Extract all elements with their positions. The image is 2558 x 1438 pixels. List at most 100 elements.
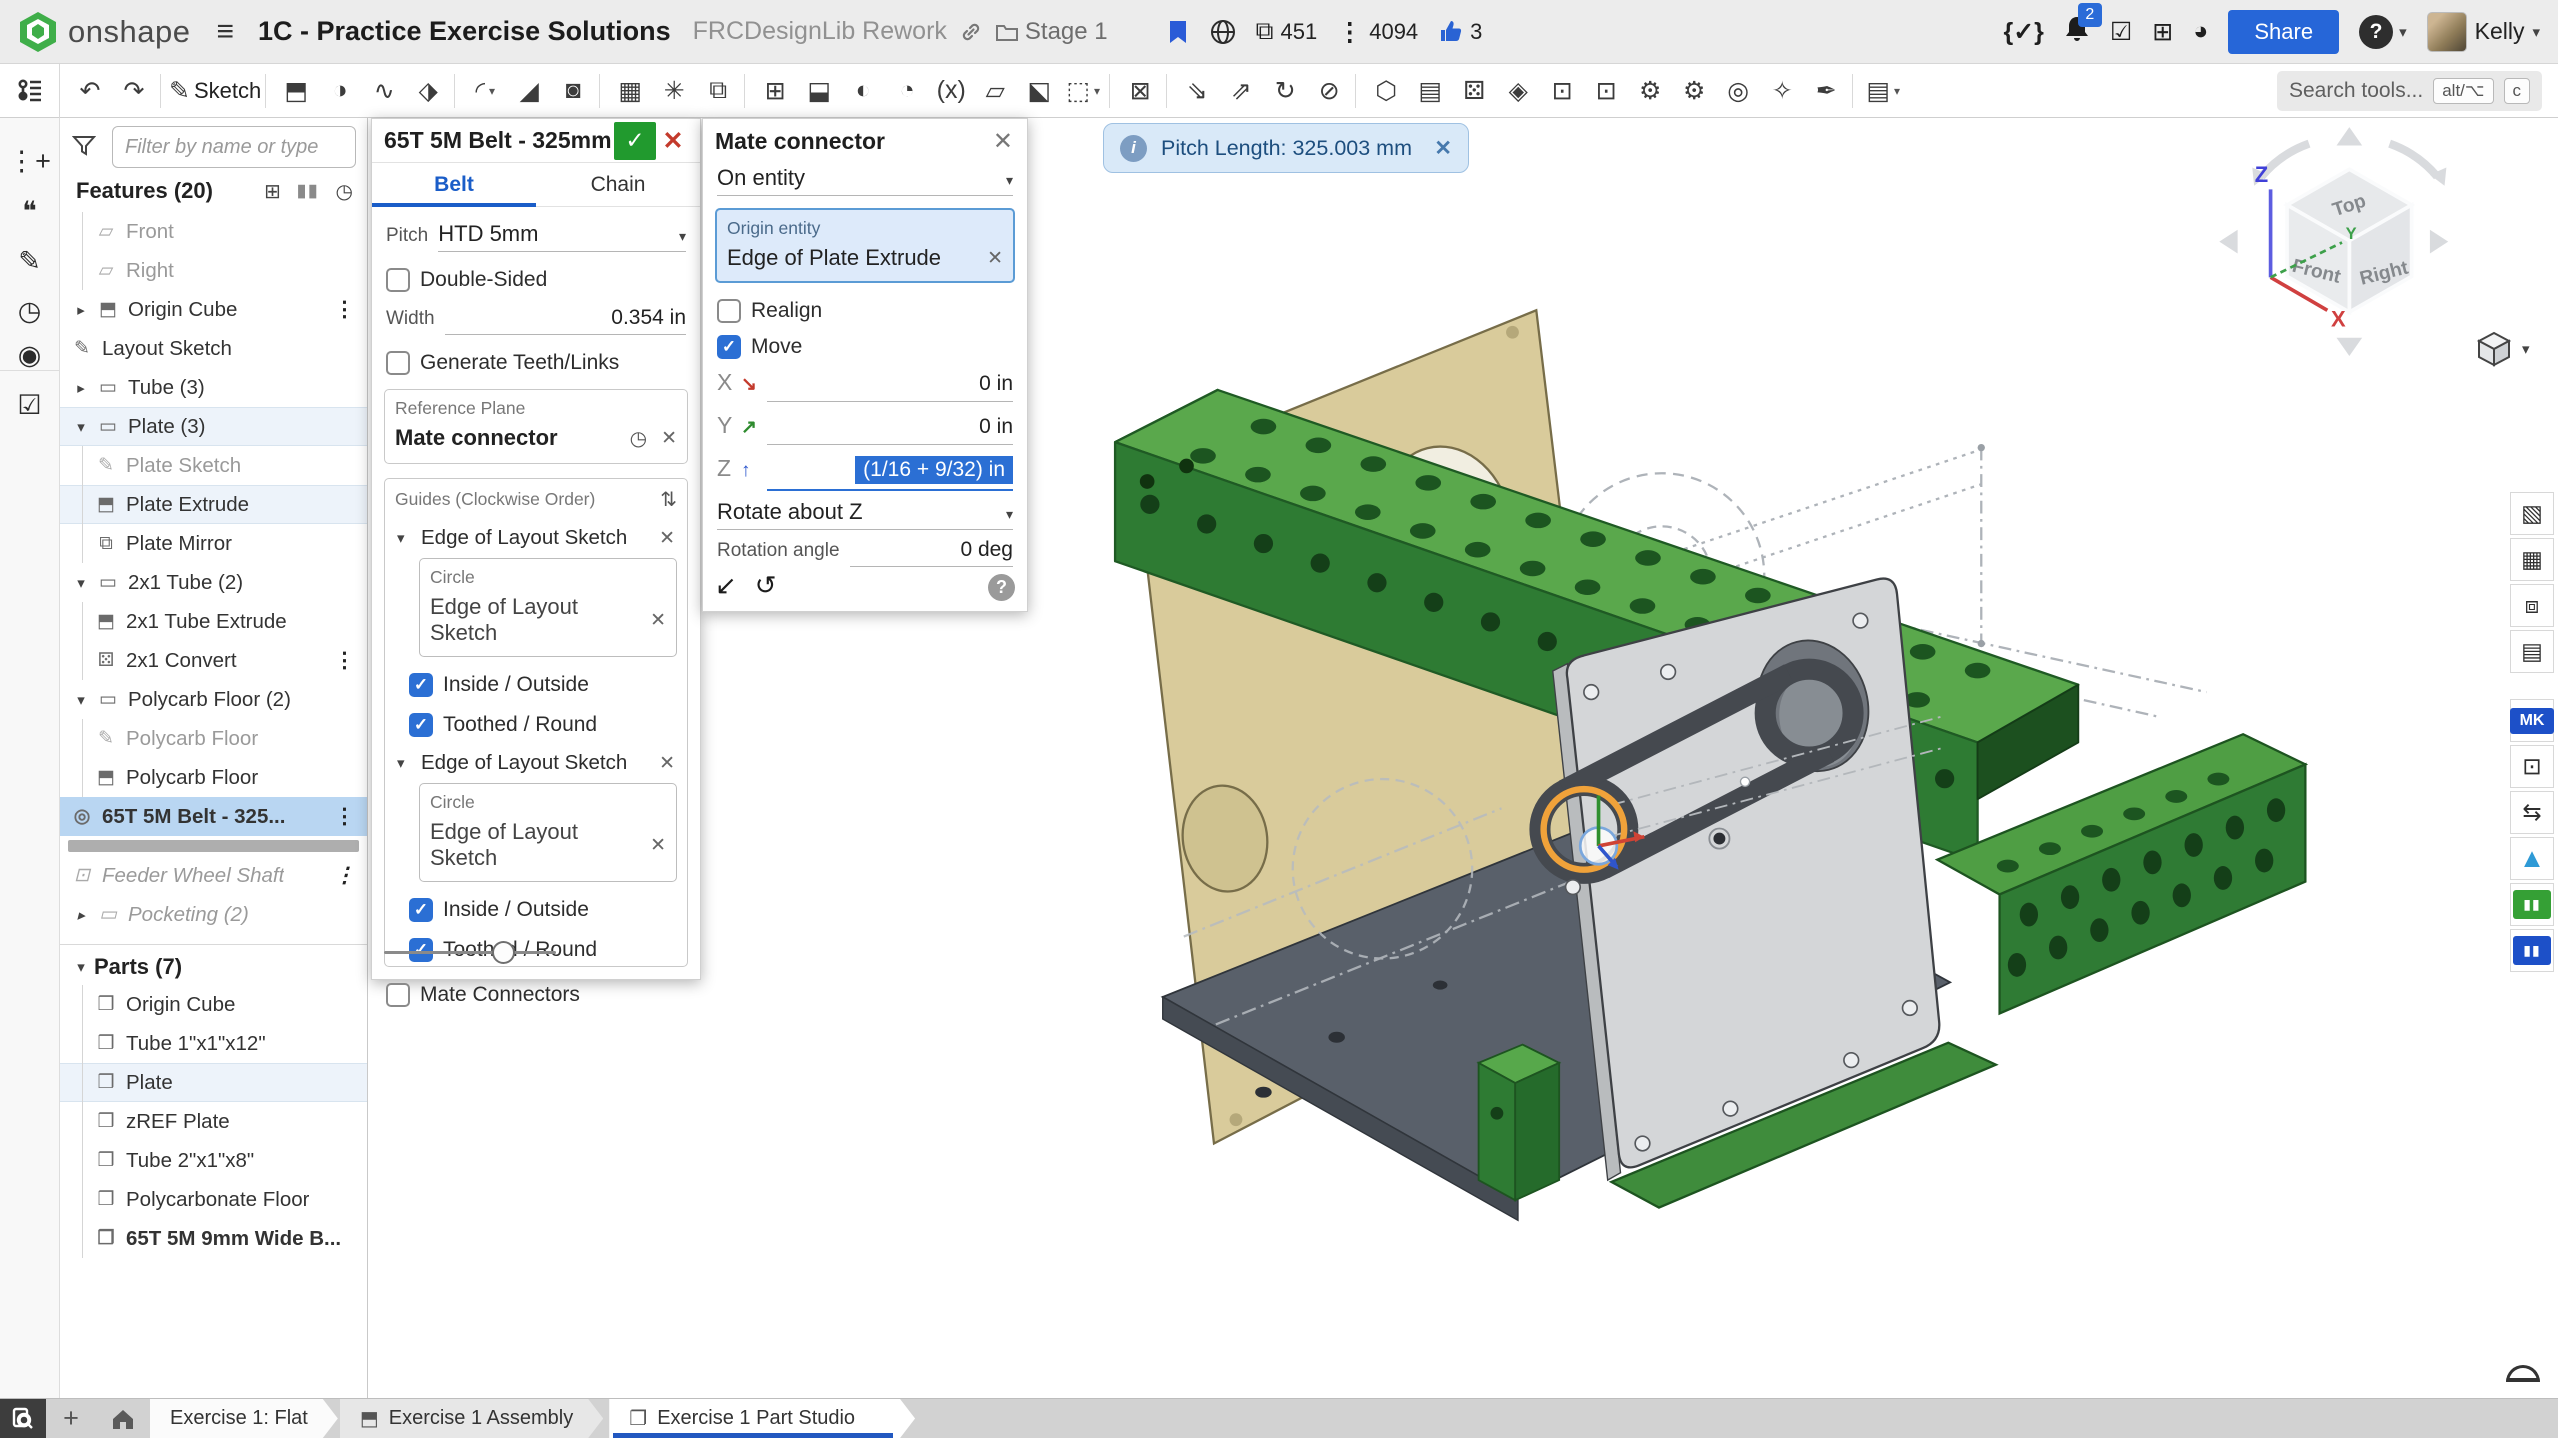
tree-row-polycarb-sketch[interactable]: ✎ Polycarb Floor: [60, 719, 367, 758]
delete-face-icon[interactable]: ⊘: [1307, 68, 1351, 114]
tree-row-origin-cube[interactable]: ▸ ⬒ Origin Cube ⋮: [60, 290, 367, 329]
remove-icon[interactable]: ✕: [659, 752, 675, 775]
move-checkbox[interactable]: ✓Move: [703, 335, 1027, 359]
avalanche-panel-icon[interactable]: ▲: [2510, 837, 2554, 880]
beam-icon[interactable]: ▤: [1408, 68, 1452, 114]
part-row-origin-cube[interactable]: ❒ Origin Cube: [60, 985, 367, 1024]
parts-header[interactable]: ▾ Parts (7): [60, 949, 367, 985]
copies-count[interactable]: ⧉ 451: [1256, 17, 1318, 46]
cancel-button[interactable]: ✕: [656, 126, 690, 156]
spark-feature-icon[interactable]: ✧: [1760, 68, 1804, 114]
part-row-zref-plate[interactable]: ❒ zREF Plate: [60, 1102, 367, 1141]
close-icon[interactable]: ✕: [1434, 136, 1452, 161]
tab-exercise-1-flat[interactable]: Exercise 1: Flat: [150, 1399, 338, 1438]
tree-row-2x1-convert[interactable]: ⚄ 2x1 Convert ⋮: [60, 641, 367, 680]
reorder-icon[interactable]: ⇅: [660, 487, 677, 512]
import-icon[interactable]: ⇘: [1175, 68, 1219, 114]
mirror-icon[interactable]: ⧉: [696, 68, 740, 114]
tab-belt[interactable]: Belt: [372, 163, 536, 206]
mk-panel-icon[interactable]: MK: [2510, 699, 2554, 742]
fillet-icon[interactable]: ◜ ▾: [463, 68, 507, 114]
globe-icon[interactable]: [1210, 19, 1236, 45]
remove-icon[interactable]: ✕: [987, 247, 1003, 270]
tree-row-pocketing-folder[interactable]: ▸ ▭ Pocketing (2): [60, 895, 367, 934]
workspace-name[interactable]: FRCDesignLib Rework: [693, 17, 947, 46]
tree-row-feeder-wheel-shaft[interactable]: ⊡ Feeder Wheel Shaft ⋮: [60, 856, 367, 895]
configuration-panel-icon[interactable]: ⧈: [2510, 584, 2554, 627]
origin-entity-value[interactable]: Edge of Plate Extrude: [727, 245, 941, 271]
help-menu[interactable]: ? ▾: [2359, 15, 2407, 49]
feature-list-toggle[interactable]: [0, 64, 60, 118]
tree-row-2x1-tube-extrude[interactable]: ⬒ 2x1 Tube Extrude: [60, 602, 367, 641]
mate-connector-clock-icon[interactable]: ◷: [630, 426, 647, 451]
tree-row-polycarb-folder[interactable]: ▾ ▭ Polycarb Floor (2): [60, 680, 367, 719]
helix-icon[interactable]: ◔: [885, 68, 929, 114]
tree-row-tube-folder[interactable]: ▸ ▭ Tube (3): [60, 368, 367, 407]
support-icon[interactable]: ◉: [0, 340, 59, 371]
reorient-icon[interactable]: ↺: [755, 570, 777, 601]
custom-profile-icon[interactable]: ⚙: [1628, 68, 1672, 114]
sketch-icon[interactable]: ✎ Sketch: [169, 68, 261, 114]
robot-feature-icon[interactable]: ⊡: [1540, 68, 1584, 114]
double-sided-checkbox[interactable]: Double-Sided: [372, 268, 700, 292]
inside-outside-checkbox[interactable]: ✓Inside / Outside: [409, 898, 677, 922]
part-row-tube-1x1x12[interactable]: ❒ Tube 1"x1"x12": [60, 1024, 367, 1063]
intersect-icon[interactable]: ◐: [841, 68, 885, 114]
reference-plane-value[interactable]: Mate connector: [395, 425, 558, 451]
split-icon[interactable]: ⬓: [797, 68, 841, 114]
mate-y-offset-field[interactable]: Y ↗ 0 in: [703, 412, 1027, 445]
featurescript-icon[interactable]: {✓}: [2003, 17, 2043, 47]
filter-input[interactable]: [112, 126, 356, 168]
mate-connectors-checkbox[interactable]: Mate Connectors: [372, 983, 700, 1007]
chevron-down-icon[interactable]: ▾: [397, 529, 421, 547]
tab-chain[interactable]: Chain: [536, 163, 700, 206]
view-cube[interactable]: Top Front Right Z X Y: [2219, 127, 2448, 356]
notifications-bell[interactable]: 2: [2064, 15, 2090, 48]
tree-row-polycarb-extrude[interactable]: ⬒ Polycarb Floor: [60, 758, 367, 797]
suppress-icon[interactable]: ▮▮: [297, 181, 320, 201]
apps-grid-icon[interactable]: ⊞: [2152, 17, 2173, 47]
home-tab-button[interactable]: [96, 1399, 150, 1438]
tree-row-plate-mirror[interactable]: ⧉ Plate Mirror: [60, 524, 367, 563]
pen-feature-icon[interactable]: ✒: [1804, 68, 1848, 114]
breadcrumb-folder[interactable]: Stage 1: [995, 18, 1108, 46]
tree-row-plate-extrude[interactable]: ⬒ Plate Extrude: [60, 485, 367, 524]
delete-body-icon[interactable]: ⊠: [1118, 68, 1162, 114]
sticky-note-icon[interactable]: ▤ ▾: [1861, 68, 1905, 114]
chevron-down-icon[interactable]: ▾: [397, 754, 421, 772]
chamfer-icon[interactable]: ◢: [507, 68, 551, 114]
extrude-icon[interactable]: ⬒: [274, 68, 318, 114]
link-icon[interactable]: [959, 20, 983, 44]
context-menu-icon[interactable]: ⋮: [334, 863, 355, 888]
activity-count[interactable]: ⋮ 4094: [1337, 17, 1418, 47]
new-tab-button[interactable]: +: [46, 1399, 96, 1438]
mate-z-offset-field[interactable]: Z ↑ (1/16 + 9/32) in: [703, 455, 1027, 491]
search-tools[interactable]: Search tools... alt/⌥ c: [2277, 71, 2542, 111]
part-row-tube-2x1x8[interactable]: ❒ Tube 2"x1"x8": [60, 1141, 367, 1180]
realign-checkbox[interactable]: Realign: [703, 299, 1027, 323]
rotate-axis-select[interactable]: Rotate about Z ▾: [717, 499, 1013, 530]
gusset-icon[interactable]: ◈: [1496, 68, 1540, 114]
surface-icon[interactable]: ⬕: [1017, 68, 1061, 114]
robot-config-icon[interactable]: ⊡: [1584, 68, 1628, 114]
close-icon[interactable]: ✕: [989, 127, 1017, 156]
part-row-plate[interactable]: ❒ Plate: [60, 1063, 367, 1102]
context-menu-icon[interactable]: ⋮: [334, 297, 355, 322]
protractor-icon[interactable]: [2506, 1365, 2540, 1382]
part-row-65t-belt[interactable]: ❒ 65T 5M 9mm Wide B...: [60, 1219, 367, 1258]
robot-panel-icon[interactable]: ⊡: [2510, 745, 2554, 788]
green-book-panel-icon[interactable]: ▮▮: [2510, 883, 2554, 926]
integrations-icon[interactable]: ◕: [2193, 17, 2208, 46]
tree-row-belt[interactable]: ◎ 65T 5M Belt - 325... ⋮: [60, 797, 367, 836]
rollback-history-icon[interactable]: ◷: [336, 179, 353, 204]
remove-icon[interactable]: ✕: [659, 527, 675, 550]
undo-icon[interactable]: ↶: [68, 68, 112, 114]
edit-feature-icon[interactable]: ↻: [1263, 68, 1307, 114]
checklist-icon[interactable]: ☑: [0, 390, 59, 421]
rotation-angle-field[interactable]: 0 deg: [850, 538, 1013, 567]
tab-exercise-1-part-studio[interactable]: ❐ Exercise 1 Part Studio: [609, 1399, 915, 1438]
revolve-icon[interactable]: ◑: [318, 68, 362, 114]
sweep-icon[interactable]: ∿: [362, 68, 406, 114]
loft-icon[interactable]: ⬗: [406, 68, 450, 114]
pitch-select[interactable]: HTD 5mm ▾: [438, 221, 686, 252]
